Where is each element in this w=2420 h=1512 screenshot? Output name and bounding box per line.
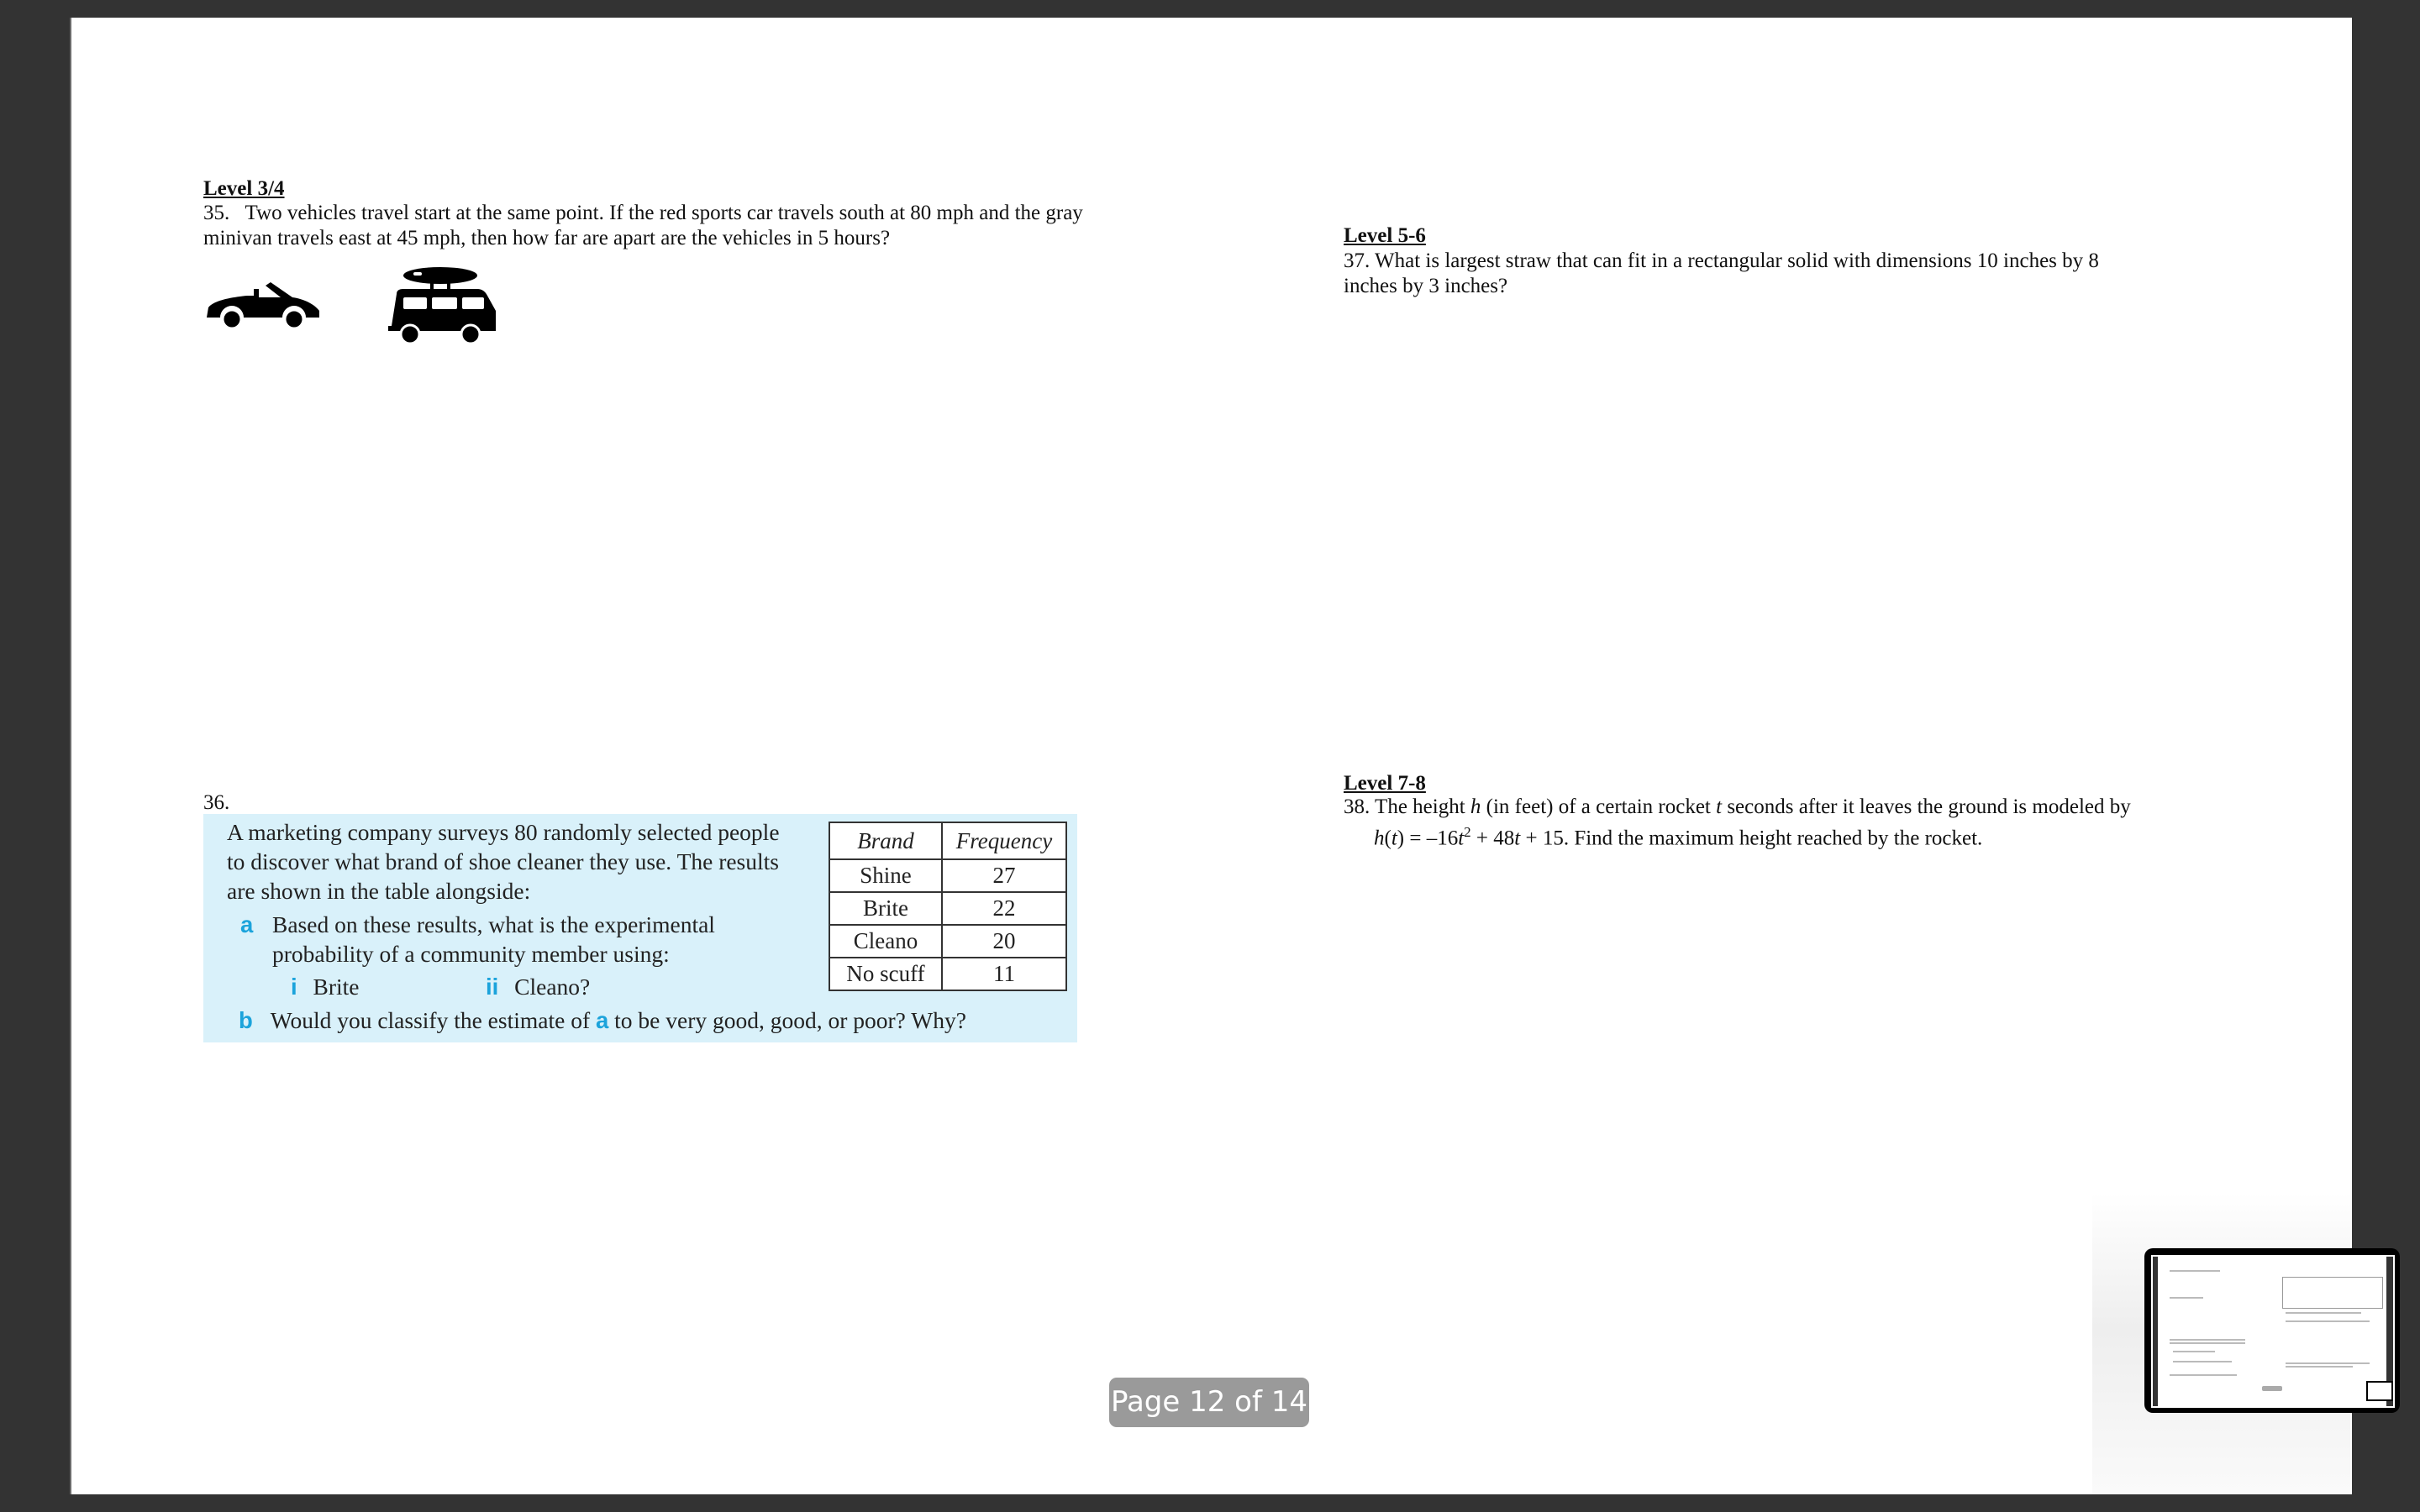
- part-b: b Would you classify the estimate of a t…: [239, 1007, 966, 1033]
- intro-line-1: A marketing company surveys 80 randomly …: [227, 819, 780, 845]
- question-36-box: A marketing company surveys 80 randomly …: [203, 814, 1077, 1042]
- table-row: Brite 22: [829, 891, 1067, 926]
- question-37-line2: inches by 3 inches?: [1344, 275, 1508, 297]
- thumb-text-line: [2170, 1270, 2220, 1272]
- sub-part-i: i Brite: [291, 974, 360, 1000]
- table-header-row: Brand Frequency: [829, 822, 1067, 860]
- table-cell-frequency: 11: [941, 957, 1067, 991]
- thumb-text-line: [2286, 1312, 2361, 1314]
- question-36-number: 36.: [203, 791, 230, 814]
- page-thumbnail-navigator[interactable]: [2144, 1248, 2400, 1413]
- thumb-text-line: [2286, 1366, 2353, 1368]
- table-cell-brand: Shine: [829, 858, 943, 893]
- question-38-line2: h(t) = –16t2 + 48t + 15. Find the maximu…: [1374, 824, 1983, 850]
- level-heading-5-6: Level 5-6: [1344, 224, 1426, 247]
- question-38: 38. The height h (in feet) of a certain …: [1344, 795, 2268, 851]
- thumb-viewport-indicator: [2366, 1381, 2393, 1401]
- thumb-text-line: [2170, 1342, 2245, 1344]
- question-36-intro: A marketing company surveys 80 randomly …: [227, 817, 780, 906]
- level-heading-3-4: Level 3/4: [203, 177, 285, 200]
- part-a-label: a: [240, 911, 254, 937]
- table-cell-frequency: 22: [941, 891, 1067, 926]
- table-row: Shine 27: [829, 858, 1067, 893]
- table-cell-brand: Cleano: [829, 924, 943, 958]
- table-header-frequency: Frequency: [941, 822, 1067, 860]
- thumbnail-page-preview: [2158, 1257, 2393, 1406]
- thumb-text-line: [2286, 1362, 2370, 1364]
- part-a-line-1: Based on these results, what is the expe…: [272, 911, 715, 937]
- table-header-brand: Brand: [829, 822, 943, 860]
- thumb-page-badge: [2262, 1386, 2282, 1391]
- table-row: No scuff 11: [829, 957, 1067, 991]
- intro-line-3: are shown in the table alongside:: [227, 878, 531, 904]
- thumb-text-line: [2170, 1339, 2245, 1341]
- question-35-line1: 35. Two vehicles travel start at the sam…: [203, 202, 1083, 224]
- thumb-text-line: [2170, 1297, 2203, 1299]
- question-35: 35. Two vehicles travel start at the sam…: [203, 201, 1128, 251]
- table-row: Cleano 20: [829, 924, 1067, 958]
- part-a-line-2: probability of a community member using:: [272, 941, 670, 967]
- question-35-line2: minivan travels east at 45 mph, then how…: [203, 227, 891, 249]
- thumb-text-line: [2173, 1361, 2232, 1362]
- table-cell-frequency: 27: [941, 858, 1067, 893]
- thumbnail-frame: [2151, 1255, 2395, 1408]
- question-37: 37. What is largest straw that can fit i…: [1344, 249, 2226, 299]
- intro-line-2: to discover what brand of shoe cleaner t…: [227, 848, 779, 874]
- question-38-line1: 38. The height h (in feet) of a certain …: [1344, 795, 2131, 818]
- table-cell-brand: Brite: [829, 891, 943, 926]
- table-cell-brand: No scuff: [829, 957, 943, 991]
- frequency-table: Brand Frequency Shine 27 Brite 22 Cleano…: [829, 822, 1067, 991]
- thumb-text-line: [2286, 1320, 2370, 1322]
- thumb-text-line: [2173, 1351, 2215, 1352]
- thumb-text-line: [2170, 1374, 2237, 1376]
- question-37-line1: 37. What is largest straw that can fit i…: [1344, 249, 2099, 272]
- part-a-text: Based on these results, what is the expe…: [272, 910, 715, 969]
- sub-part-ii: ii Cleano?: [486, 974, 591, 1000]
- convertible-car-icon: [205, 282, 321, 329]
- table-cell-frequency: 20: [941, 924, 1067, 958]
- page-indicator-badge: Page 12 of 14: [1109, 1378, 1309, 1427]
- thumb-table: [2282, 1277, 2383, 1309]
- minivan-with-surfboard-icon: [385, 267, 499, 346]
- level-heading-7-8: Level 7-8: [1344, 772, 1426, 795]
